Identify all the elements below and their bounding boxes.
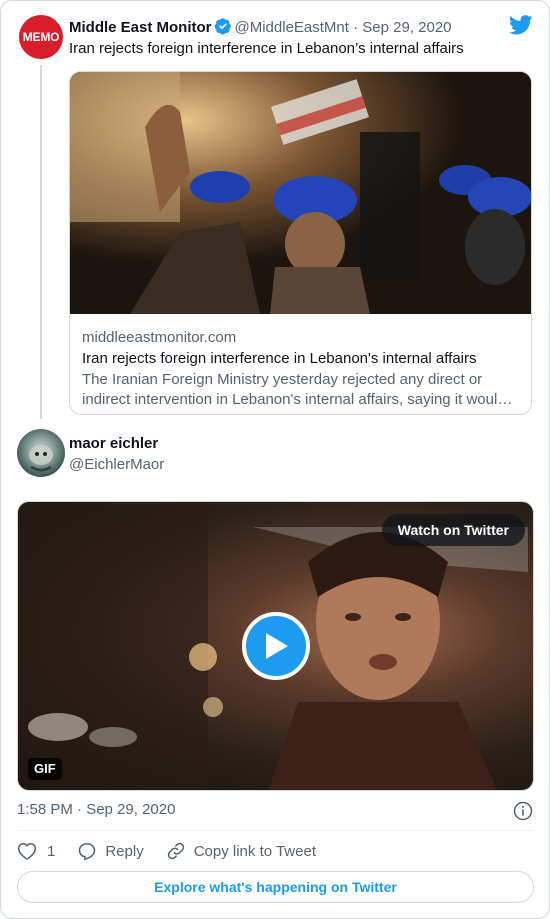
play-icon [266, 633, 288, 659]
separator-dot: · [353, 19, 359, 36]
like-button[interactable]: 1 [17, 841, 55, 861]
gif-media[interactable]: Watch on Twitter GIF [17, 501, 534, 791]
parent-tweet-text: Iran rejects foreign interference in Leb… [69, 40, 464, 57]
divider [17, 830, 533, 831]
link-preview-image [70, 72, 531, 314]
explore-twitter-button[interactable]: Explore what's happening on Twitter [17, 871, 534, 903]
heart-icon [17, 842, 37, 860]
author-name[interactable]: Middle East Monitor [69, 19, 212, 36]
tweet-embed-card: MEMO Middle East Monitor @MiddleEastMnt ·… [0, 0, 550, 919]
gif-badge: GIF [28, 758, 62, 780]
tweet-date[interactable]: Sep 29, 2020 [362, 19, 451, 36]
play-button[interactable] [242, 612, 310, 680]
avatar[interactable]: MEMO [19, 15, 63, 59]
verified-badge-icon [214, 17, 232, 39]
reply-button[interactable]: Reply [77, 841, 144, 861]
info-icon[interactable] [513, 801, 533, 826]
link-icon [167, 842, 184, 860]
tweet-actions: 1 Reply Copy link to Tweet [17, 841, 338, 861]
parent-author-line: Middle East Monitor @MiddleEastMnt · Sep … [69, 17, 452, 39]
tweet-timestamp-row: 1:58 PM · Sep 29, 2020 [17, 801, 533, 821]
thread-connector [40, 65, 42, 419]
reply-label: Reply [105, 842, 144, 860]
author-handle[interactable]: @EichlerMaor [69, 456, 164, 473]
tweet-timestamp[interactable]: 1:58 PM · Sep 29, 2020 [17, 801, 175, 818]
link-preview-card[interactable]: middleeastmonitor.com Iran rejects forei… [69, 71, 532, 415]
reply-icon [79, 843, 96, 861]
link-domain: middleeastmonitor.com [82, 329, 237, 346]
link-description: The Iranian Foreign Ministry yesterday r… [82, 371, 513, 408]
twitter-bird-icon[interactable] [508, 15, 533, 40]
watch-on-twitter-button[interactable]: Watch on Twitter [381, 514, 525, 546]
author-name[interactable]: maor eichler [69, 435, 158, 452]
author-handle[interactable]: @MiddleEastMnt [235, 19, 349, 36]
like-count: 1 [47, 842, 56, 860]
link-title: Iran rejects foreign interference in Leb… [82, 350, 477, 367]
copy-link-button[interactable]: Copy link to Tweet [166, 841, 316, 861]
avatar-logo-text: MEMO [22, 30, 60, 44]
avatar[interactable] [17, 429, 65, 477]
copy-link-label: Copy link to Tweet [193, 842, 316, 860]
